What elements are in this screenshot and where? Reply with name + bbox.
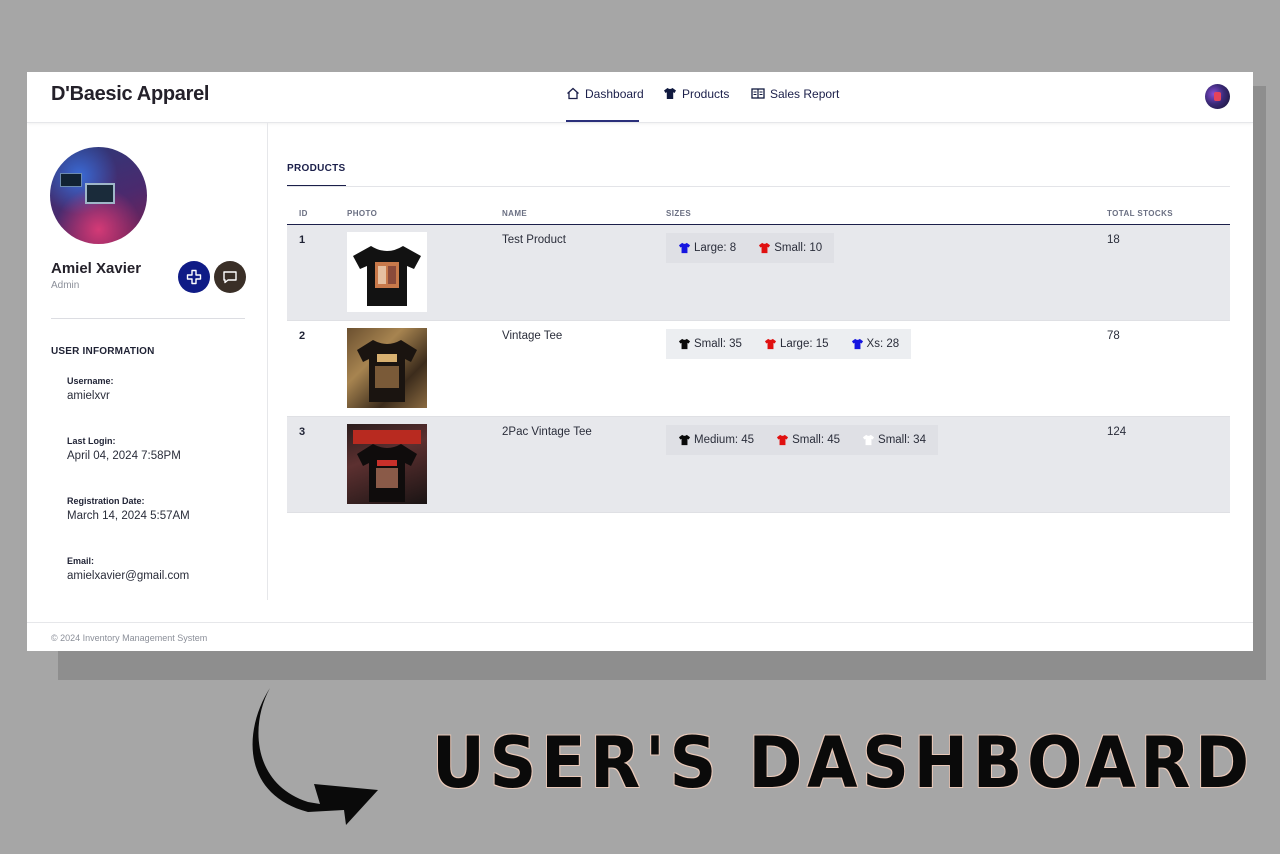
product-name: Vintage Tee	[502, 330, 563, 342]
size-chip: Large: 8	[678, 242, 736, 254]
tshirt-icon	[851, 338, 863, 350]
table-header: ID PHOTO NAME SIZES TOTAL STOCKS	[287, 206, 1230, 225]
nav-sales-report-label: Sales Report	[770, 87, 840, 101]
column-header-sizes: SIZES	[666, 209, 692, 218]
size-chip: Small: 34	[862, 434, 926, 446]
add-button[interactable]	[178, 261, 210, 293]
email-value: amielxavier@gmail.com	[67, 570, 190, 582]
total-stock: 124	[1107, 426, 1127, 438]
product-name: Test Product	[502, 234, 566, 246]
column-header-total-stocks: TOTAL STOCKS	[1107, 209, 1173, 218]
tshirt-icon	[759, 242, 771, 254]
add-icon	[186, 269, 202, 285]
table-row[interactable]: 1 Test Product Large: 8 Small: 10 18	[287, 225, 1230, 321]
product-id: 1	[299, 234, 306, 246]
user-avatar-menu[interactable]	[1205, 84, 1230, 109]
nav-products[interactable]: Products	[663, 87, 729, 122]
profile-photo	[50, 147, 147, 244]
size-chip: Xs: 28	[851, 338, 899, 350]
size-chip: Small: 10	[758, 242, 822, 254]
username-value: amielxvr	[67, 390, 110, 402]
username-label: Username:	[67, 376, 114, 386]
product-id: 2	[299, 330, 306, 342]
home-icon	[567, 87, 579, 100]
size-chip: Small: 45	[776, 434, 840, 446]
profile-sidebar: Amiel Xavier Admin USER INFORMATION User…	[27, 122, 268, 600]
tshirt-icon	[764, 338, 776, 350]
registration-date-value: March 14, 2024 5:57AM	[67, 510, 190, 522]
column-header-name: NAME	[502, 209, 528, 218]
total-stock: 18	[1107, 234, 1120, 246]
size-chip: Small: 35	[678, 338, 742, 350]
tshirt-photo	[357, 340, 417, 402]
column-header-id: ID	[299, 209, 308, 218]
tshirt-icon	[777, 434, 789, 446]
footer-copyright: © 2024 Inventory Management System	[51, 633, 208, 643]
last-login-value: April 04, 2024 7:58PM	[67, 450, 181, 462]
chat-icon	[223, 271, 237, 284]
product-sizes: Small: 35 Large: 15 Xs: 28	[666, 329, 912, 359]
email-label: Email:	[67, 556, 95, 566]
last-login-label: Last Login:	[67, 436, 116, 446]
product-sizes: Medium: 45 Small: 45 Small: 34	[666, 425, 938, 455]
tab-divider	[287, 186, 1230, 187]
tshirt-photo	[353, 246, 421, 306]
column-header-photo: PHOTO	[347, 209, 378, 218]
size-chip: Large: 15	[764, 338, 829, 350]
tshirt-icon	[678, 338, 691, 350]
curved-arrow-icon	[252, 688, 378, 825]
product-photo	[347, 232, 427, 312]
chat-button[interactable]	[214, 261, 246, 293]
report-icon	[751, 88, 765, 99]
nav-dashboard[interactable]: Dashboard	[566, 87, 644, 122]
table-row[interactable]: 3 2Pac Vintage Tee Medium: 45 Small: 45	[287, 417, 1230, 513]
nav-sales-report[interactable]: Sales Report	[751, 87, 839, 122]
size-chip: Medium: 45	[678, 434, 754, 446]
tshirt-photo	[353, 430, 421, 502]
nav-dashboard-label: Dashboard	[585, 87, 644, 101]
app-window: D'Baesic Apparel Dashboard Products Sale	[27, 72, 1253, 651]
products-table: ID PHOTO NAME SIZES TOTAL STOCKS 1 Test …	[287, 206, 1230, 513]
product-sizes: Large: 8 Small: 10	[666, 233, 835, 263]
profile-name: Amiel Xavier	[51, 260, 142, 277]
tshirt-icon	[678, 242, 691, 254]
tab-products[interactable]: PRODUCTS	[287, 163, 346, 187]
profile-role: Admin	[51, 280, 80, 291]
caption-title: USER'S DASHBOARD	[432, 722, 1254, 804]
user-info-title: USER INFORMATION	[51, 346, 155, 357]
registration-date-label: Registration Date:	[67, 496, 145, 506]
tshirt-icon	[664, 88, 676, 99]
nav-products-label: Products	[682, 87, 730, 101]
total-stock: 78	[1107, 330, 1120, 342]
product-name: 2Pac Vintage Tee	[502, 426, 592, 438]
footer-divider	[27, 622, 1253, 623]
tshirt-icon	[678, 434, 691, 446]
product-photo	[347, 424, 427, 504]
table-row[interactable]: 2 Vintage Tee Small: 35 Large: 15 Xs: 28…	[287, 321, 1230, 417]
sidebar-divider	[51, 318, 245, 319]
tshirt-icon	[862, 434, 875, 446]
brand-logo[interactable]: D'Baesic Apparel	[51, 83, 209, 106]
top-navbar: D'Baesic Apparel Dashboard Products Sale	[27, 72, 1253, 123]
product-id: 3	[299, 426, 306, 438]
product-photo	[347, 328, 427, 408]
